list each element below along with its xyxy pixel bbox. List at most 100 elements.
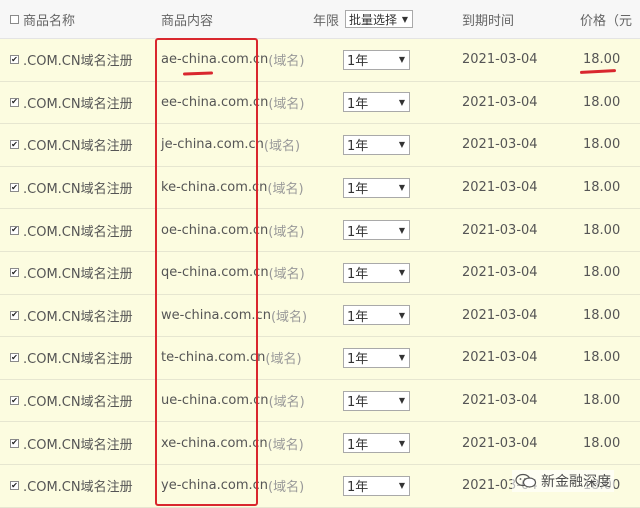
row-years[interactable]: 1年 ▼ xyxy=(343,167,410,209)
years-select-dropdown[interactable]: 1年 ▼ xyxy=(343,49,410,70)
table-row: ✔ .COM.CN域名注册 we-china.com.cn (域名) 1年 ▼ 2… xyxy=(0,294,640,338)
row-checkbox-checked[interactable]: ✔ xyxy=(10,140,19,150)
row-years[interactable]: 1年 ▼ xyxy=(343,252,410,294)
header-years: 年限 批量选择 ▼ xyxy=(313,0,414,38)
row-domain-suffix: (域名) xyxy=(268,395,305,411)
years-select-dropdown[interactable]: 1年 ▼ xyxy=(343,305,410,326)
row-years[interactable]: 1年 ▼ xyxy=(343,124,410,166)
header-product-name: 商品名称 xyxy=(23,13,76,29)
row-domain-suffix: (域名) xyxy=(268,267,305,283)
row-expiry-date: 2021-03-04 xyxy=(462,137,538,153)
table-body: ✔ .COM.CN域名注册 ae-china.com.cn (域名) 1年 ▼ 2… xyxy=(0,39,640,508)
table-row: ✔ .COM.CN域名注册 oe-china.com.cn (域名) 1年 ▼ 2… xyxy=(0,209,640,252)
dropdown-arrow-icon: ▼ xyxy=(398,438,405,448)
dropdown-arrow-icon: ▼ xyxy=(401,14,409,24)
select-all-checkbox[interactable] xyxy=(10,14,19,24)
years-select-dropdown[interactable]: 1年 ▼ xyxy=(343,347,410,368)
dropdown-arrow-icon: ▼ xyxy=(398,481,405,491)
years-select-value: 1年 xyxy=(347,309,369,325)
row-years[interactable]: 1年 ▼ xyxy=(343,39,410,81)
years-select-value: 1年 xyxy=(347,352,369,368)
row-select[interactable]: ✔ xyxy=(10,82,19,124)
table-row: ✔ .COM.CN域名注册 ee-china.com.cn (域名) 1年 ▼ 2… xyxy=(0,81,640,125)
row-product-name: .COM.CN域名注册 xyxy=(23,480,133,496)
years-select-dropdown[interactable]: 1年 ▼ xyxy=(343,92,410,113)
years-select-value: 1年 xyxy=(347,54,369,70)
years-select-dropdown[interactable]: 1年 ▼ xyxy=(343,433,410,454)
row-select[interactable]: ✔ xyxy=(10,252,19,294)
row-product-name: .COM.CN域名注册 xyxy=(23,224,133,240)
row-checkbox-checked[interactable]: ✔ xyxy=(10,310,19,320)
row-select[interactable]: ✔ xyxy=(10,39,19,81)
row-expiry-date: 2021-03-04 xyxy=(462,222,538,238)
row-checkbox-checked[interactable]: ✔ xyxy=(10,268,19,278)
row-product-name: .COM.CN域名注册 xyxy=(23,267,133,283)
dropdown-arrow-icon: ▼ xyxy=(398,97,405,107)
row-years[interactable]: 1年 ▼ xyxy=(343,380,410,422)
cart-table: 商品名称 商品内容 年限 批量选择 ▼ 到期时间 价格（元 ✔ .COM.CN域… xyxy=(0,0,640,508)
row-checkbox-checked[interactable]: ✔ xyxy=(10,183,19,193)
table-row: ✔ .COM.CN域名注册 qe-china.com.cn (域名) 1年 ▼ 2… xyxy=(0,251,640,295)
row-years[interactable]: 1年 ▼ xyxy=(343,295,410,337)
table-row: ✔ .COM.CN域名注册 te-china.com.cn (域名) 1年 ▼ 2… xyxy=(0,337,640,380)
years-select-value: 1年 xyxy=(347,96,369,112)
row-price: 18.00 xyxy=(583,393,621,409)
row-expiry-date: 2021-03-04 xyxy=(462,265,538,281)
row-expiry-date: 2021-03-04 xyxy=(462,180,538,196)
batch-select-dropdown[interactable]: 批量选择 ▼ xyxy=(345,10,414,28)
row-domain-suffix: (域名) xyxy=(267,182,304,198)
row-select[interactable]: ✔ xyxy=(10,422,19,464)
years-select-dropdown[interactable]: 1年 ▼ xyxy=(343,390,410,411)
years-select-dropdown[interactable]: 1年 ▼ xyxy=(343,134,410,155)
row-checkbox-checked[interactable]: ✔ xyxy=(10,353,19,363)
row-checkbox-checked[interactable]: ✔ xyxy=(10,97,19,107)
row-select[interactable]: ✔ xyxy=(10,124,19,166)
years-select-dropdown[interactable]: 1年 ▼ xyxy=(343,475,410,496)
row-select[interactable]: ✔ xyxy=(10,167,19,209)
dropdown-arrow-icon: ▼ xyxy=(398,183,405,193)
table-row: ✔ .COM.CN域名注册 je-china.com.cn (域名) 1年 ▼ 2… xyxy=(0,124,640,167)
row-price: 18.00 xyxy=(583,350,621,366)
row-select[interactable]: ✔ xyxy=(10,380,19,422)
row-product-name: .COM.CN域名注册 xyxy=(23,437,133,453)
row-expiry-date: 2021-03-04 xyxy=(462,435,538,451)
row-years[interactable]: 1年 ▼ xyxy=(343,209,410,251)
years-select-dropdown[interactable]: 1年 ▼ xyxy=(343,220,410,241)
row-select[interactable]: ✔ xyxy=(10,337,19,379)
header-select-all[interactable] xyxy=(10,0,19,38)
row-checkbox-checked[interactable]: ✔ xyxy=(10,225,19,235)
years-select-value: 1年 xyxy=(347,267,369,283)
row-checkbox-checked[interactable]: ✔ xyxy=(10,396,19,406)
row-domain-suffix: (域名) xyxy=(268,224,305,240)
row-price: 18.00 xyxy=(583,222,621,238)
header-price: 价格（元 xyxy=(580,13,633,29)
row-years[interactable]: 1年 ▼ xyxy=(343,337,410,379)
row-select[interactable]: ✔ xyxy=(10,209,19,251)
row-expiry-date: 2021-03-04 xyxy=(462,94,538,110)
row-select[interactable]: ✔ xyxy=(10,295,19,337)
row-select[interactable]: ✔ xyxy=(10,465,19,507)
table-row: ✔ .COM.CN域名注册 ae-china.com.cn (域名) 1年 ▼ 2… xyxy=(0,39,640,82)
row-expiry-date: 2021-03-04 xyxy=(462,393,538,409)
header-years-label: 年限 xyxy=(313,13,340,29)
years-select-dropdown[interactable]: 1年 ▼ xyxy=(343,262,410,283)
row-checkbox-checked[interactable]: ✔ xyxy=(10,481,19,491)
years-select-dropdown[interactable]: 1年 ▼ xyxy=(343,177,410,198)
row-checkbox-checked[interactable]: ✔ xyxy=(10,438,19,448)
dropdown-arrow-icon: ▼ xyxy=(398,140,405,150)
row-years[interactable]: 1年 ▼ xyxy=(343,465,410,507)
row-price: 18.00 xyxy=(583,307,621,323)
row-years[interactable]: 1年 ▼ xyxy=(343,82,410,124)
row-product-name: .COM.CN域名注册 xyxy=(23,182,133,198)
table-row: ✔ .COM.CN域名注册 ke-china.com.cn (域名) 1年 ▼ 2… xyxy=(0,166,640,210)
row-checkbox-checked[interactable]: ✔ xyxy=(10,55,19,65)
row-product-name: .COM.CN域名注册 xyxy=(23,309,133,325)
years-select-value: 1年 xyxy=(347,395,369,411)
row-product-name: .COM.CN域名注册 xyxy=(23,54,133,70)
row-domain-suffix: (域名) xyxy=(268,54,305,70)
row-years[interactable]: 1年 ▼ xyxy=(343,422,410,464)
dropdown-arrow-icon: ▼ xyxy=(398,353,405,363)
row-domain-suffix: (域名) xyxy=(270,309,308,325)
row-price: 18.00 xyxy=(583,180,621,196)
years-select-value: 1年 xyxy=(347,480,369,496)
